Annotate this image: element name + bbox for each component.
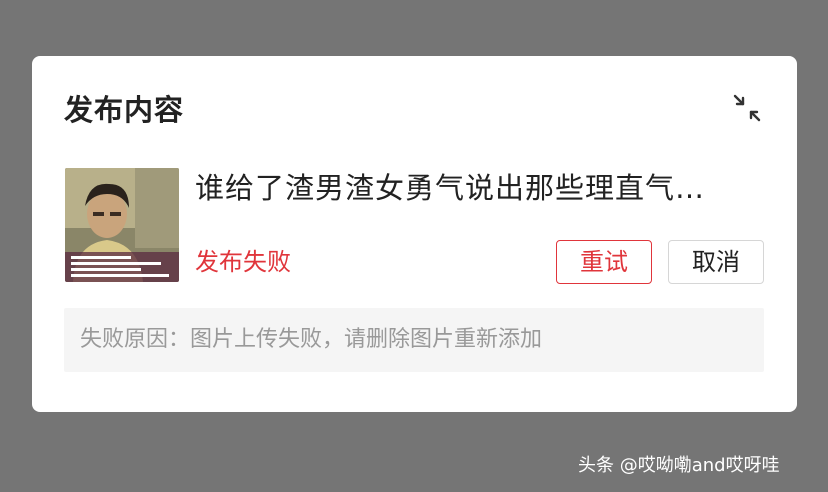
failure-reason-text: 失败原因：图片上传失败，请删除图片重新添加	[80, 327, 543, 352]
publish-dialog: 发布内容 谁给了渣男渣女勇气说出那些理直气… 发布失败 重试 取消 失败原因：图…	[32, 56, 797, 412]
retry-button[interactable]: 重试	[556, 240, 652, 284]
failure-reason-box: 失败原因：图片上传失败，请删除图片重新添加	[64, 308, 764, 372]
watermark: 头条 @哎呦嘞and哎呀哇	[578, 455, 780, 476]
article-title[interactable]: 谁给了渣男渣女勇气说出那些理直气…	[195, 168, 775, 208]
publish-status: 发布失败	[195, 248, 291, 276]
cancel-button[interactable]: 取消	[668, 240, 764, 284]
dialog-title: 发布内容	[64, 93, 185, 127]
video-thumbnail	[65, 168, 179, 282]
collapse-arrows-icon[interactable]	[732, 93, 762, 123]
